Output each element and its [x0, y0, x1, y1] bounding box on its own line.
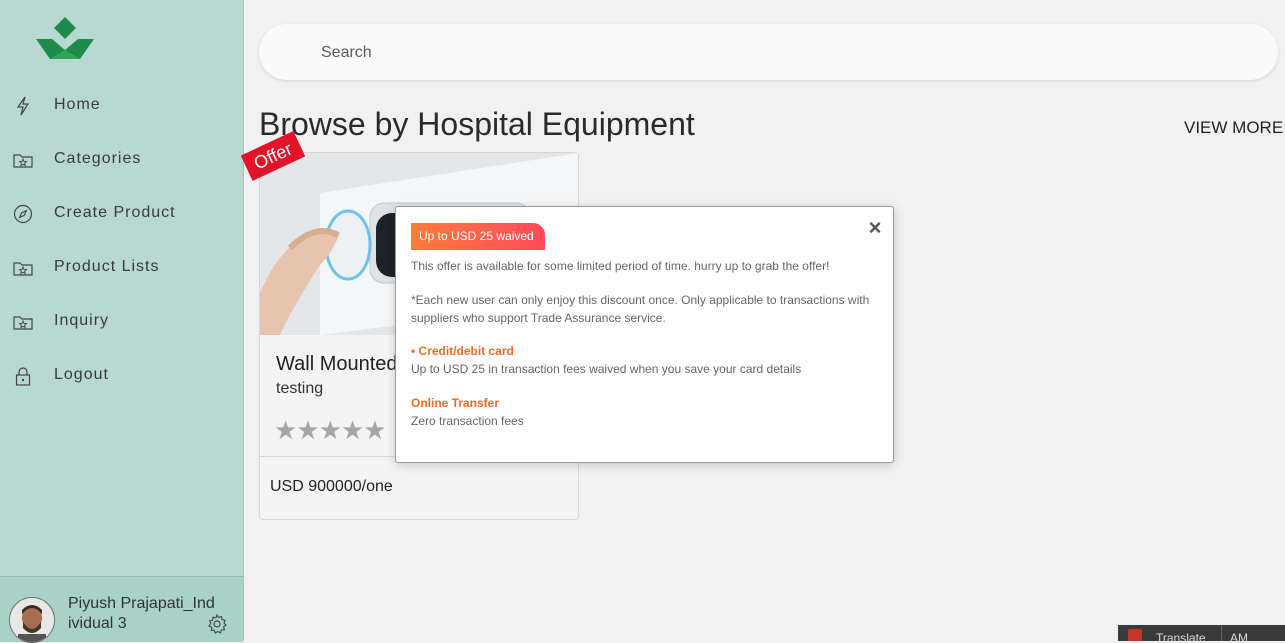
translate-language: AM [1230, 631, 1248, 641]
offer-intro: This offer is available for some limited… [411, 259, 830, 273]
offer-note: *Each new user can only enjoy this disco… [411, 293, 870, 325]
credit-card-heading: • Credit/debit card [411, 344, 514, 358]
online-transfer-heading: Online Transfer [411, 396, 500, 410]
translate-widget[interactable]: Translate AM [1118, 625, 1285, 641]
translate-icon [1128, 629, 1142, 641]
credit-card-text: Up to USD 25 in transaction fees waived … [411, 362, 802, 376]
offer-badge: Up to USD 25 waived [411, 223, 545, 250]
translate-divider [1221, 625, 1222, 641]
close-button[interactable]: × [865, 217, 885, 239]
translate-label: Translate [1156, 631, 1206, 641]
offer-modal: × Up to USD 25 waived This offer is avai… [395, 206, 894, 463]
online-transfer-text: Zero transaction fees [411, 414, 524, 428]
